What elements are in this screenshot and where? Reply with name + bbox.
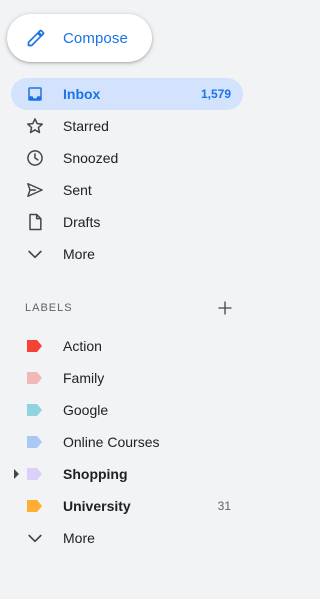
labels-more-label: More xyxy=(63,530,95,546)
unread-count: 1,579 xyxy=(200,87,231,101)
nav-list: Inbox 1,579 Starred Snoozed Sent Drafts … xyxy=(0,78,255,270)
label-tag-icon xyxy=(25,467,45,481)
inbox-icon xyxy=(25,84,45,104)
sidebar-item-label: Sent xyxy=(63,182,92,198)
chevron-down-icon xyxy=(25,528,45,548)
sidebar-item-label: Starred xyxy=(63,118,109,134)
label-name: Shopping xyxy=(63,466,128,482)
pencil-icon xyxy=(25,27,47,49)
label-item-shopping[interactable]: Shopping xyxy=(0,458,255,490)
label-tag-icon xyxy=(25,403,45,417)
label-tag-icon xyxy=(25,371,45,385)
labels-list: Action Family Google Online Courses Shop… xyxy=(0,330,255,554)
label-count: 31 xyxy=(217,499,231,513)
label-tag-icon xyxy=(25,499,45,513)
label-item-action[interactable]: Action xyxy=(0,330,255,362)
label-tag-icon xyxy=(25,435,45,449)
sidebar-item-label: Snoozed xyxy=(63,150,119,166)
label-item-google[interactable]: Google xyxy=(0,394,255,426)
compose-label: Compose xyxy=(63,29,128,47)
chevron-down-icon xyxy=(25,244,45,264)
labels-header: LABELS xyxy=(25,296,235,320)
label-name: Action xyxy=(63,338,102,354)
expand-arrow-icon[interactable] xyxy=(14,469,19,479)
sidebar-item-label: Drafts xyxy=(63,214,101,230)
label-tag-icon xyxy=(25,339,45,353)
plus-icon[interactable] xyxy=(215,298,235,318)
labels-title: LABELS xyxy=(25,302,73,314)
send-icon xyxy=(25,180,45,200)
sidebar-item-sent[interactable]: Sent xyxy=(0,174,255,206)
labels-more[interactable]: More xyxy=(0,522,255,554)
sidebar-item-inbox[interactable]: Inbox 1,579 xyxy=(11,78,243,110)
clock-icon xyxy=(25,148,45,168)
label-item-university[interactable]: University 31 xyxy=(0,490,255,522)
label-name: Family xyxy=(63,370,105,386)
sidebar-item-drafts[interactable]: Drafts xyxy=(0,206,255,238)
sidebar-item-label: Inbox xyxy=(63,86,101,102)
star-icon xyxy=(25,116,45,136)
sidebar-item-starred[interactable]: Starred xyxy=(0,110,255,142)
sidebar-item-snoozed[interactable]: Snoozed xyxy=(0,142,255,174)
compose-button[interactable]: Compose xyxy=(7,14,152,62)
draft-icon xyxy=(25,212,45,232)
label-name: Google xyxy=(63,402,109,418)
label-item-family[interactable]: Family xyxy=(0,362,255,394)
label-name: Online Courses xyxy=(63,434,160,450)
label-name: University xyxy=(63,498,131,514)
label-item-online-courses[interactable]: Online Courses xyxy=(0,426,255,458)
mail-sidebar: Compose Inbox 1,579 Starred Snoozed Sent… xyxy=(0,0,255,599)
sidebar-item-label: More xyxy=(63,246,95,262)
sidebar-item-more[interactable]: More xyxy=(0,238,255,270)
